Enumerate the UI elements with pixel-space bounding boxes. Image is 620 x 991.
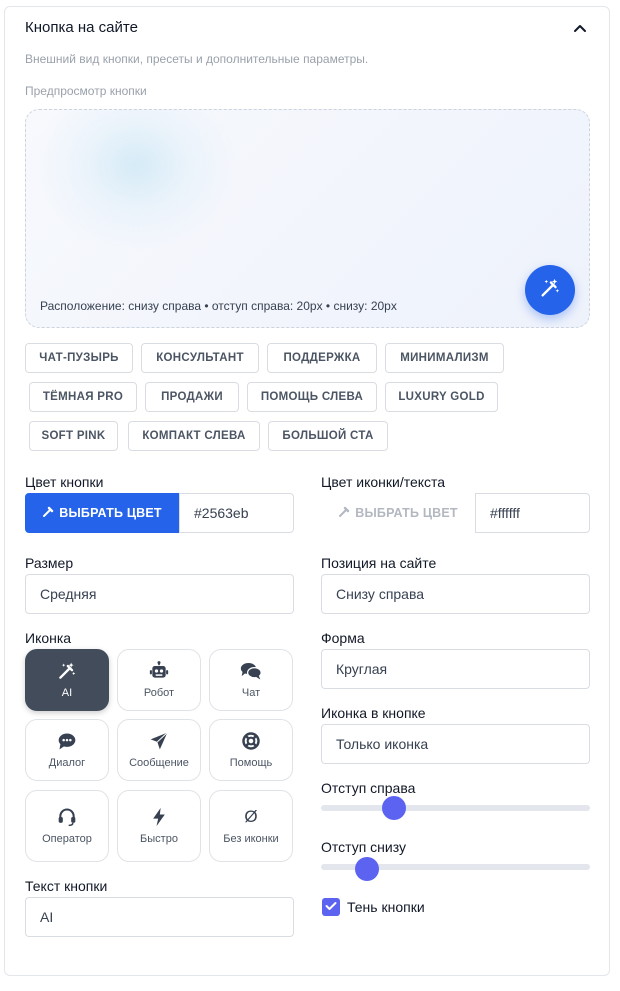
- icon-option-none[interactable]: Ø Без иконки: [209, 790, 293, 862]
- icon-option-label: Без иконки: [223, 833, 279, 845]
- icon-color-label: Цвет иконки/текста: [321, 474, 446, 490]
- preset-dark-pro[interactable]: ТЁМНАЯ PRO: [29, 382, 137, 412]
- position-label: Позиция на сайте: [321, 555, 437, 571]
- button-color-pick-label: ВЫБРАТЬ ЦВЕТ: [59, 506, 162, 520]
- preset-sales[interactable]: ПРОДАЖИ: [145, 382, 239, 412]
- icon-option-label: Быстро: [140, 833, 178, 845]
- icon-option-fast[interactable]: Быстро: [117, 790, 201, 862]
- shadow-label: Тень кнопки: [347, 899, 425, 915]
- card-title: Кнопка на сайте: [25, 19, 138, 36]
- offset-right-slider-track[interactable]: [321, 805, 590, 811]
- card-subtitle: Внешний вид кнопки, пресеты и дополнител…: [25, 52, 369, 66]
- size-label: Размер: [25, 555, 74, 571]
- preset-big-cta[interactable]: БОЛЬШОЙ СТА: [268, 421, 388, 451]
- button-text-input[interactable]: AI: [25, 897, 294, 937]
- robot-icon: [149, 661, 169, 681]
- shape-select[interactable]: Круглая: [321, 649, 590, 689]
- preset-luxury-gold[interactable]: LUXURY GOLD: [385, 382, 498, 412]
- checkmark-icon: [325, 898, 337, 916]
- preset-soft-pink[interactable]: SOFT PINK: [29, 421, 118, 451]
- chat-bubbles-icon: [240, 661, 262, 681]
- magic-wand-icon: [57, 661, 77, 681]
- icon-option-label: Диалог: [48, 757, 86, 769]
- icon-option-label: AI: [61, 687, 73, 699]
- lifebuoy-icon: [241, 731, 261, 751]
- headset-icon: [57, 807, 77, 827]
- preview-placement-caption: Расположение: снизу справа • отступ спра…: [40, 299, 397, 313]
- icon-option-label: Оператор: [42, 833, 92, 845]
- icon-option-help[interactable]: Помощь: [209, 719, 293, 781]
- button-color-hex-input[interactable]: #2563eb: [179, 493, 294, 533]
- offset-bottom-label: Отступ снизу: [321, 839, 406, 855]
- offset-right-slider-thumb[interactable]: [381, 796, 406, 820]
- collapse-chevron-up-icon[interactable]: [571, 19, 589, 37]
- button-settings-card: Кнопка на сайте Внешний вид кнопки, прес…: [4, 6, 610, 976]
- dialog-bubble-icon: [57, 731, 77, 751]
- icon-option-dialog[interactable]: Диалог: [25, 719, 109, 781]
- button-text-label: Текст кнопки: [25, 878, 108, 894]
- preset-consultant[interactable]: КОНСУЛЬТАНТ: [141, 343, 259, 373]
- paper-plane-icon: [149, 731, 169, 751]
- preset-compact-left[interactable]: КОМПАКТ СЛЕВА: [128, 421, 260, 451]
- preview-floating-button[interactable]: [525, 265, 575, 315]
- icon-option-robot[interactable]: Робот: [117, 649, 201, 711]
- pipette-icon: [42, 506, 54, 521]
- button-color-pick-button[interactable]: ВЫБРАТЬ ЦВЕТ: [25, 493, 179, 533]
- position-select[interactable]: Снизу справа: [321, 574, 590, 614]
- icon-option-ai[interactable]: AI: [25, 649, 109, 711]
- icon-option-chat[interactable]: Чат: [209, 649, 293, 711]
- preset-minimalism[interactable]: МИНИМАЛИЗМ: [385, 343, 504, 373]
- icon-color-pick-label: ВЫБРАТЬ ЦВЕТ: [355, 506, 458, 520]
- preset-chat-bubble[interactable]: ЧАТ-ПУЗЫРЬ: [25, 343, 133, 373]
- offset-bottom-slider-thumb[interactable]: [354, 857, 379, 881]
- preview-label: Предпросмотр кнопки: [25, 84, 147, 98]
- icon-option-label: Чат: [241, 687, 261, 699]
- icon-in-button-label: Иконка в кнопке: [321, 705, 426, 721]
- icon-option-operator[interactable]: Оператор: [25, 790, 109, 862]
- pipette-icon: [338, 506, 350, 521]
- shadow-checkbox[interactable]: [322, 898, 340, 916]
- preset-help-left[interactable]: ПОМОЩЬ СЛЕВА: [247, 382, 377, 412]
- icon-section-label: Иконка: [25, 630, 72, 646]
- preset-support[interactable]: ПОДДЕРЖКА: [267, 343, 377, 373]
- icon-in-button-select[interactable]: Только иконка: [321, 724, 590, 764]
- no-icon-symbol: Ø: [244, 807, 258, 826]
- icon-option-message[interactable]: Сообщение: [117, 719, 201, 781]
- lightning-icon: [150, 807, 168, 827]
- icon-color-hex-input[interactable]: #ffffff: [475, 493, 590, 533]
- icon-option-label: Помощь: [229, 757, 273, 769]
- button-color-label: Цвет кнопки: [25, 474, 104, 490]
- magic-wand-icon: [539, 277, 561, 304]
- button-preview-area: Расположение: снизу справа • отступ спра…: [25, 109, 590, 328]
- shape-label: Форма: [321, 630, 365, 646]
- size-select[interactable]: Средняя: [25, 574, 294, 614]
- offset-right-label: Отступ справа: [321, 780, 416, 796]
- icon-color-pick-button[interactable]: ВЫБРАТЬ ЦВЕТ: [321, 493, 475, 533]
- icon-option-label: Сообщение: [129, 757, 189, 769]
- icon-option-label: Робот: [143, 687, 175, 699]
